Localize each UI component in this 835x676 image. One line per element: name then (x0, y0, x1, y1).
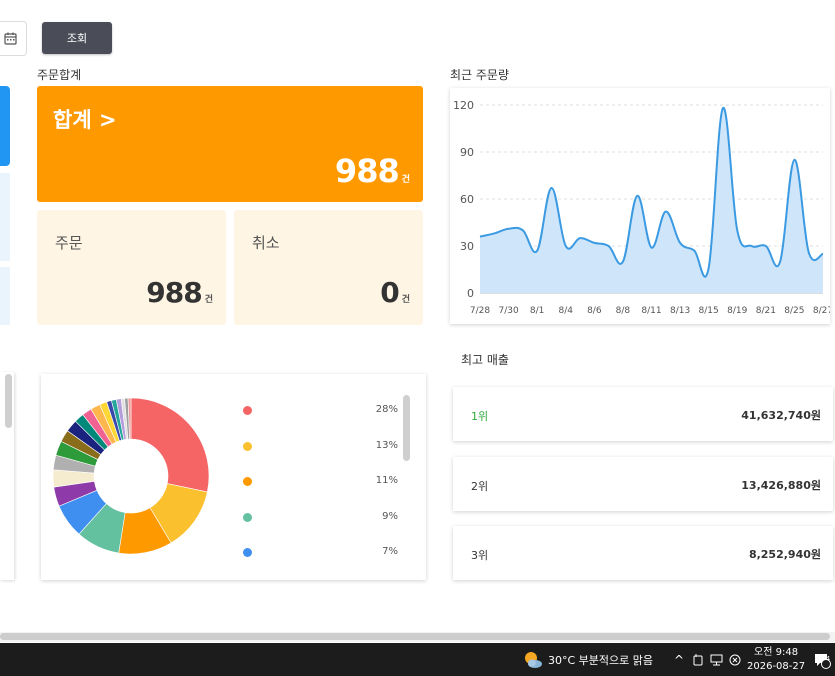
clock-time: 오전 9:48 (754, 646, 799, 658)
calendar-icon (3, 32, 17, 45)
legend-color-dot (243, 406, 252, 415)
total-count: 988 (334, 152, 400, 190)
total-value: 988 건 (334, 152, 410, 190)
cancels-label: 취소 (252, 234, 280, 252)
legend-percent: 11% (375, 475, 398, 486)
meet-now-icon[interactable] (693, 643, 704, 676)
rank-amount: 13,426,880원 (741, 479, 821, 492)
clock[interactable]: 오전 9:48 2026-08-27 (747, 643, 805, 676)
x-tick-label: 8/27 (813, 306, 830, 316)
legend-percent: 13% (375, 439, 398, 451)
total-label: 합계 > (53, 108, 117, 132)
partly-sunny-icon (525, 651, 542, 668)
legend-color-dot (243, 477, 252, 486)
area-fill (480, 107, 823, 293)
recent-orders-chart-card: 0 30 60 90 120 7/28 7/30 8/1 8/4 8/6 8/8 8/11 8/13 8/… (450, 88, 833, 324)
date-picker-button[interactable] (0, 21, 27, 56)
orders-unit: 건 (204, 295, 213, 305)
notification-count: 4 (825, 655, 831, 663)
windows-taskbar: 30°C 부분적으로 맑음 ^ 오전 9:48 2026-08-27 4 (0, 643, 835, 676)
orders-count: 988 (146, 276, 202, 309)
left-list-scrollbar[interactable] (5, 374, 12, 428)
left-panel-card (0, 267, 10, 325)
left-panel-list (0, 372, 14, 580)
legend-color-dot (243, 512, 252, 522)
top-sales-item[interactable]: 1위 41,632,740원 (453, 387, 833, 441)
total-card[interactable]: 합계 > 988 건 (37, 86, 423, 202)
x-tick-label: 8/21 (756, 306, 776, 316)
notification-center-icon[interactable]: 4 (813, 643, 831, 676)
total-unit: 건 (401, 175, 410, 185)
y-tick-label: 60 (460, 193, 474, 206)
x-tick-label: 8/19 (727, 306, 747, 316)
weather-widget[interactable]: 30°C 부분적으로 맑음 (522, 643, 653, 676)
left-panel-highlight (0, 86, 10, 166)
rank-label: 2위 (471, 480, 489, 493)
y-tick-label: 90 (460, 146, 474, 159)
order-summary-title: 주문합계 (37, 68, 82, 82)
y-tick-label: 120 (453, 99, 474, 112)
x-tick-label: 8/8 (616, 306, 631, 316)
orders-label: 주문 (55, 234, 83, 252)
legend-item[interactable]: 13% (243, 440, 398, 454)
cancels-count: 0 (380, 276, 400, 309)
x-tick-label: 7/28 (470, 306, 490, 316)
category-share-donut-chart (52, 397, 210, 555)
cancels-card[interactable]: 취소 0건 (234, 210, 423, 325)
recent-orders-title: 최근 주문량 (450, 68, 510, 82)
legend-item[interactable]: 9% (243, 511, 398, 525)
legend-color-dot (243, 548, 252, 557)
x-tick-label: 8/13 (670, 306, 690, 316)
legend-color-dot (243, 441, 252, 451)
top-sales-item[interactable]: 3위 8,252,940원 (453, 526, 833, 580)
top-sales-title: 최고 매출 (461, 353, 509, 367)
x-tick-label: 8/4 (559, 306, 574, 316)
pie-slice[interactable] (130, 397, 210, 493)
x-tick-label: 8/15 (699, 306, 719, 316)
legend-item[interactable]: 28% (243, 404, 398, 418)
recent-orders-chart: 0 30 60 90 120 7/28 7/30 8/1 8/4 8/6 8/8 8/11 8/13 8/… (453, 99, 833, 316)
left-panel-card (0, 173, 10, 261)
x-tick-label: 8/11 (641, 306, 661, 316)
legend-percent: 28% (375, 404, 398, 415)
orders-card[interactable]: 주문 988 건 (37, 210, 226, 325)
clock-date: 2026-08-27 (747, 660, 806, 672)
rank-amount: 8,252,940원 (748, 548, 821, 561)
y-tick-label: 0 (467, 287, 474, 300)
show-hidden-icons-chevron-icon[interactable]: ^ (674, 643, 684, 676)
x-tick-label: 8/6 (587, 306, 602, 316)
cancels-unit: 건 (401, 295, 410, 305)
legend-item[interactable]: 7% (243, 546, 398, 560)
legend-scrollbar[interactable] (403, 395, 410, 461)
cancels-value: 0건 (380, 276, 410, 309)
rank-label: 1위 (471, 410, 489, 423)
y-tick-label: 30 (460, 240, 474, 253)
legend-percent: 7% (382, 546, 398, 557)
x-tick-label: 8/25 (784, 306, 804, 316)
rank-label: 3위 (471, 549, 489, 562)
x-tick-label: 8/1 (530, 306, 544, 316)
search-button[interactable]: 조회 (42, 22, 112, 54)
orders-value: 988 건 (146, 276, 213, 309)
volume-muted-icon[interactable] (729, 643, 741, 676)
weather-text: 30°C 부분적으로 맑음 (548, 653, 654, 667)
top-sales-item[interactable]: 2위 13,426,880원 (453, 457, 833, 511)
rank-amount: 41,632,740원 (741, 409, 821, 422)
network-icon[interactable] (710, 643, 723, 676)
legend-item[interactable]: 11% (243, 475, 398, 489)
horizontal-scrollbar-thumb[interactable] (0, 633, 830, 640)
legend-percent: 9% (382, 510, 398, 522)
x-tick-label: 7/30 (498, 306, 518, 316)
